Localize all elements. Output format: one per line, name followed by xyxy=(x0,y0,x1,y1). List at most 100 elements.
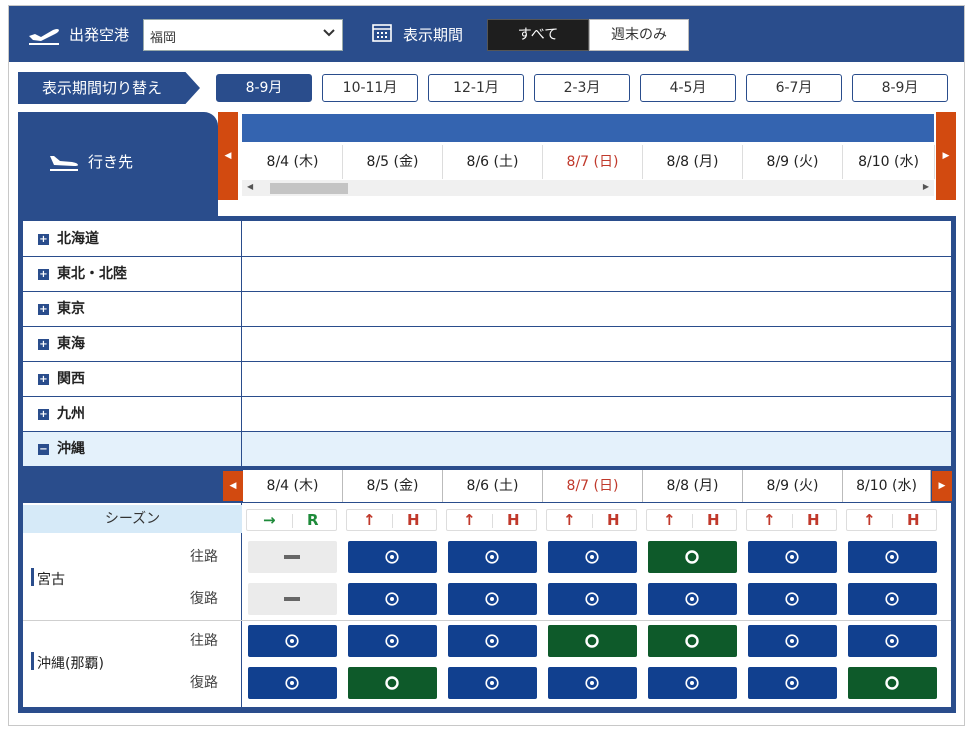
period-tab[interactable]: 4-5月 xyxy=(640,74,736,102)
season-code: R xyxy=(307,511,319,529)
availability-cell[interactable] xyxy=(748,667,837,699)
region-name: + 東京 xyxy=(23,292,242,326)
availability-cell[interactable] xyxy=(248,625,337,657)
season-cell: ↑ H xyxy=(746,509,837,531)
scrollbar-right-arrow-icon[interactable]: ▶ xyxy=(923,182,929,191)
season-arrow-icon: ↑ xyxy=(763,511,776,529)
destination-header: 行き先 xyxy=(18,112,218,220)
region-row[interactable]: + 東海 xyxy=(23,327,951,362)
period-tab[interactable]: 8-9月 xyxy=(852,74,948,102)
availability-cell[interactable] xyxy=(748,583,837,615)
availability-cell[interactable] xyxy=(648,625,737,657)
date-header-cell: 8/5 (金) xyxy=(343,145,443,179)
okinawa-scroll-left-button[interactable]: ◀ xyxy=(223,471,243,501)
availability-cell[interactable] xyxy=(548,583,637,615)
region-row[interactable]: + 東京 xyxy=(23,292,951,327)
expand-icon[interactable]: + xyxy=(38,374,49,385)
period-tab[interactable]: 10-11月 xyxy=(322,74,418,102)
availability-cell[interactable] xyxy=(348,541,437,573)
okinawa-date-cell: 8/9 (火) xyxy=(743,470,843,502)
availability-cell[interactable] xyxy=(348,583,437,615)
destination-label: 行き先 xyxy=(88,153,134,171)
period-label: 表示期間 xyxy=(403,26,464,44)
season-cell: ↑ H xyxy=(446,509,537,531)
period-tab[interactable]: 2-3月 xyxy=(534,74,630,102)
availability-cell[interactable] xyxy=(548,625,637,657)
period-tab[interactable]: 8-9月 xyxy=(216,74,312,102)
route-label: 往路 xyxy=(190,633,218,649)
availability-cell[interactable] xyxy=(448,583,537,615)
region-name: + 東北・北陸 xyxy=(23,257,242,291)
season-divider xyxy=(592,514,593,528)
dot-circle-icon xyxy=(485,550,499,564)
region-name: + 北海道 xyxy=(23,222,242,256)
airport-marker xyxy=(31,568,34,586)
season-code: H xyxy=(707,511,720,529)
availability-cell[interactable] xyxy=(248,667,337,699)
scroll-right-button[interactable]: ▶ xyxy=(936,112,956,200)
expand-icon[interactable]: + xyxy=(38,339,49,350)
scroll-left-button[interactable]: ◀ xyxy=(218,112,238,200)
availability-cell[interactable] xyxy=(448,625,537,657)
availability-cell[interactable] xyxy=(848,625,937,657)
season-divider xyxy=(492,514,493,528)
region-row[interactable]: + 九州 xyxy=(23,397,951,432)
availability-cell[interactable] xyxy=(448,541,537,573)
season-cell: ↑ H xyxy=(646,509,737,531)
availability-cell[interactable] xyxy=(548,541,637,573)
expand-icon[interactable]: + xyxy=(38,304,49,315)
dot-circle-icon xyxy=(885,634,899,648)
chevron-down-icon xyxy=(323,29,335,37)
circle-available-icon xyxy=(685,550,699,564)
airport-select[interactable]: 福岡 xyxy=(143,19,343,51)
region-row[interactable]: + 北海道 xyxy=(23,222,951,257)
filter-all-button[interactable]: すべて xyxy=(487,19,589,51)
period-tab[interactable]: 6-7月 xyxy=(746,74,842,102)
season-arrow-icon: ↑ xyxy=(463,511,476,529)
horizontal-scrollbar[interactable]: ◀ ▶ xyxy=(242,180,934,196)
availability-cell[interactable] xyxy=(348,667,437,699)
circle-available-icon xyxy=(885,676,899,690)
dot-circle-icon xyxy=(585,550,599,564)
expand-icon[interactable]: + xyxy=(38,234,49,245)
season-divider xyxy=(292,514,293,528)
availability-cell[interactable] xyxy=(648,583,737,615)
region-row[interactable]: − 沖縄 xyxy=(23,432,951,467)
filter-weekend-button[interactable]: 週末のみ xyxy=(589,19,689,51)
season-arrow-icon: ↑ xyxy=(863,511,876,529)
okinawa-scroll-right-button[interactable]: ▶ xyxy=(932,471,952,501)
arrival-plane-icon xyxy=(50,156,78,171)
dot-circle-icon xyxy=(885,592,899,606)
expand-icon[interactable]: + xyxy=(38,269,49,280)
availability-cell[interactable] xyxy=(848,667,937,699)
route-label: 復路 xyxy=(190,591,218,607)
dot-circle-icon xyxy=(785,592,799,606)
availability-cell[interactable] xyxy=(448,667,537,699)
availability-cell[interactable] xyxy=(748,541,837,573)
expand-icon[interactable]: + xyxy=(38,409,49,420)
availability-cell[interactable] xyxy=(348,625,437,657)
season-code: H xyxy=(407,511,420,529)
region-label: 東北・北陸 xyxy=(57,266,127,282)
region-row[interactable]: + 関西 xyxy=(23,362,951,397)
season-divider xyxy=(392,514,393,528)
season-divider xyxy=(692,514,693,528)
availability-cell[interactable] xyxy=(848,583,937,615)
region-row[interactable]: + 東北・北陸 xyxy=(23,257,951,292)
period-tab[interactable]: 12-1月 xyxy=(428,74,524,102)
availability-cell[interactable] xyxy=(648,541,737,573)
availability-cell[interactable] xyxy=(748,625,837,657)
dot-circle-icon xyxy=(585,592,599,606)
unavailable-cell xyxy=(248,541,337,573)
availability-cell[interactable] xyxy=(848,541,937,573)
scrollbar-left-arrow-icon[interactable]: ◀ xyxy=(247,182,253,191)
region-label: 沖縄 xyxy=(57,441,85,457)
availability-cell[interactable] xyxy=(648,667,737,699)
region-name: + 九州 xyxy=(23,397,242,431)
availability-cell[interactable] xyxy=(548,667,637,699)
season-arrow-icon: ↑ xyxy=(663,511,676,529)
date-header-cell: 8/10 (水) xyxy=(843,145,935,179)
dot-circle-icon xyxy=(385,550,399,564)
scrollbar-thumb[interactable] xyxy=(270,183,348,194)
collapse-icon[interactable]: − xyxy=(38,444,49,455)
